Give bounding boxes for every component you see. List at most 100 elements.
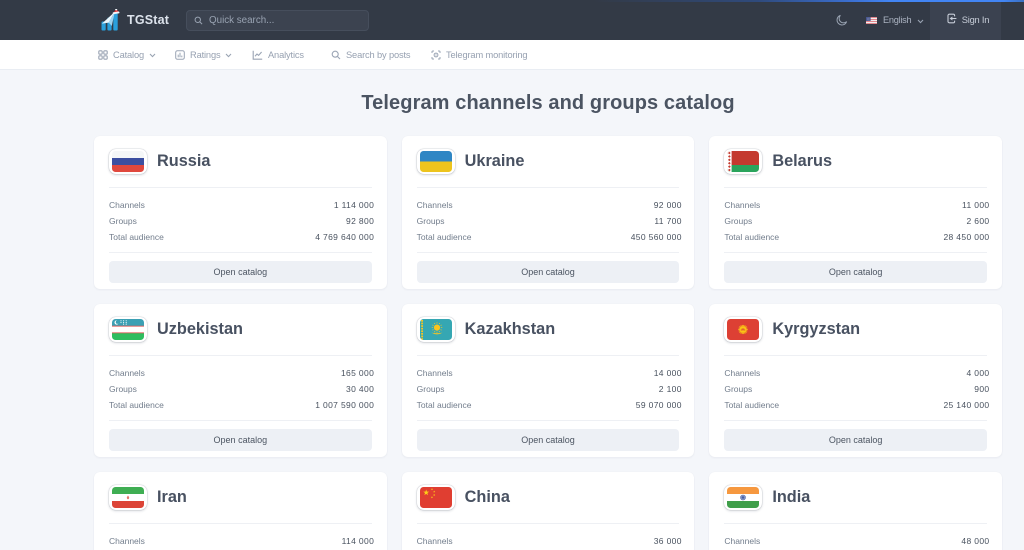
nav-item-search-by-posts[interactable]: Search by posts [331,40,410,69]
nav-item-telegram-monitoring[interactable]: Telegram monitoring [431,40,527,69]
stat-value: 4 769 640 000 [315,232,374,242]
card-stats: Channels4 000Groups900Total audience25 1… [724,365,989,413]
stat-value: 1 114 000 [334,200,374,210]
chevron-down-icon [149,50,156,60]
stat-label: Channels [109,200,145,210]
open-catalog-button[interactable]: Open catalog [109,261,372,283]
divider [417,187,680,188]
stat-row-total-audience: Total audience450 560 000 [417,229,682,245]
stat-label: Channels [109,536,145,546]
open-catalog-button[interactable]: Open catalog [417,429,680,451]
dark-mode-toggle[interactable] [836,0,848,40]
stat-row-channels: Channels36 000 [417,533,682,549]
stat-value: 59 070 000 [636,400,682,410]
ratings-icon [175,50,185,60]
stat-label: Total audience [724,232,779,242]
divider [417,252,680,253]
stat-value: 4 000 [966,368,989,378]
card-header: China [417,485,680,510]
nav-item-label: Catalog [113,50,144,60]
brand-name: TGStat [127,13,169,27]
stat-label: Groups [724,216,752,226]
stat-row-groups: Groups92 800 [109,213,374,229]
stat-value: 92 800 [346,216,374,226]
nav-item-ratings[interactable]: Ratings [175,40,232,69]
card-header: Ukraine [417,149,680,174]
brand-logo[interactable]: TGStat [101,0,169,40]
stat-value: 11 700 [654,216,681,226]
search-icon [194,12,203,30]
stat-value: 2 100 [659,384,682,394]
quick-search-box[interactable] [186,10,369,31]
card-header: Russia [109,149,372,174]
divider [417,355,680,356]
nav-item-catalog[interactable]: Catalog [98,40,156,69]
country-cards-grid: RussiaChannels1 114 000Groups92 800Total… [94,136,1002,550]
chevron-down-icon [225,50,232,60]
stat-row-total-audience: Total audience59 070 000 [417,397,682,413]
card-stats: Channels114 000GroupsTotal audience [109,533,374,550]
stat-label: Channels [417,368,453,378]
country-name: Ukraine [465,152,525,171]
nav-item-analytics[interactable]: Analytics [252,40,304,69]
card-stats: Channels48 000GroupsTotal audience [724,533,989,550]
stat-row-total-audience: Total audience28 450 000 [724,229,989,245]
language-selector[interactable]: English [866,0,924,40]
sign-in-button[interactable]: Sign In [930,0,1001,40]
country-name: Uzbekistan [157,320,243,339]
stat-value: 36 000 [654,536,682,546]
stat-value: 900 [974,384,989,394]
country-card-belarus: BelarusChannels11 000Groups2 600Total au… [709,136,1002,289]
country-card-kyrgyzstan: KyrgyzstanChannels4 000Groups900Total au… [709,304,1002,457]
country-name: India [772,488,810,507]
divider [109,187,372,188]
stat-label: Groups [724,384,752,394]
divider [109,252,372,253]
nav-item-label: Analytics [268,50,304,60]
open-catalog-button[interactable]: Open catalog [417,261,680,283]
card-stats: Channels92 000Groups11 700Total audience… [417,197,682,245]
monitoring-icon [431,50,441,60]
divider [724,420,987,421]
search-icon [331,50,341,60]
flag-kyrgyzstan-icon [724,317,762,342]
tgstat-logo-icon [101,9,122,31]
flag-russia-icon [109,149,147,174]
stat-label: Channels [724,536,760,546]
stat-value: 25 140 000 [943,400,989,410]
stat-label: Total audience [724,400,779,410]
stat-label: Channels [109,368,145,378]
stat-label: Channels [724,200,760,210]
country-name: China [465,488,510,507]
open-catalog-button[interactable]: Open catalog [724,261,987,283]
nav-item-label: Telegram monitoring [446,50,527,60]
stat-row-channels: Channels 1 114 000 [109,197,374,213]
flag-uzbekistan-icon [109,317,147,342]
flag-belarus-icon [724,149,762,174]
stat-value: 11 000 [962,200,989,210]
open-catalog-button[interactable]: Open catalog [109,429,372,451]
us-flag-icon [866,11,877,29]
card-stats: Channels36 000GroupsTotal audience [417,533,682,550]
stat-row-total-audience: Total audience 25 140 000 [724,397,989,413]
divider [724,187,987,188]
flag-china-icon [417,485,455,510]
card-stats: Channels1 114 000Groups92 800Total audie… [109,197,374,245]
divider [724,252,987,253]
flag-india-icon [724,485,762,510]
stat-row-groups: Groups2 100 [417,381,682,397]
stat-label: Total audience [109,232,164,242]
card-stats: Channels165 000Groups30 400Total audienc… [109,365,374,413]
top-navbar: TGStat English Sign In [0,0,1024,40]
card-header: Kyrgyzstan [724,317,987,342]
main-content: Telegram channels and groups catalog Rus… [94,71,1002,550]
stat-row-total-audience: Total audience 4 769 640 000 [109,229,374,245]
nav-item-label: Ratings [190,50,220,60]
sign-in-label: Sign In [962,15,990,25]
country-card-ukraine: UkraineChannels92 000Groups11 700Total a… [402,136,695,289]
stat-label: Total audience [417,232,472,242]
quick-search-input[interactable] [209,15,361,26]
country-card-india: IndiaChannels48 000GroupsTotal audienceO… [709,472,1002,550]
open-catalog-button[interactable]: Open catalog [724,429,987,451]
stat-row-channels: Channels 11 000 [724,197,989,213]
